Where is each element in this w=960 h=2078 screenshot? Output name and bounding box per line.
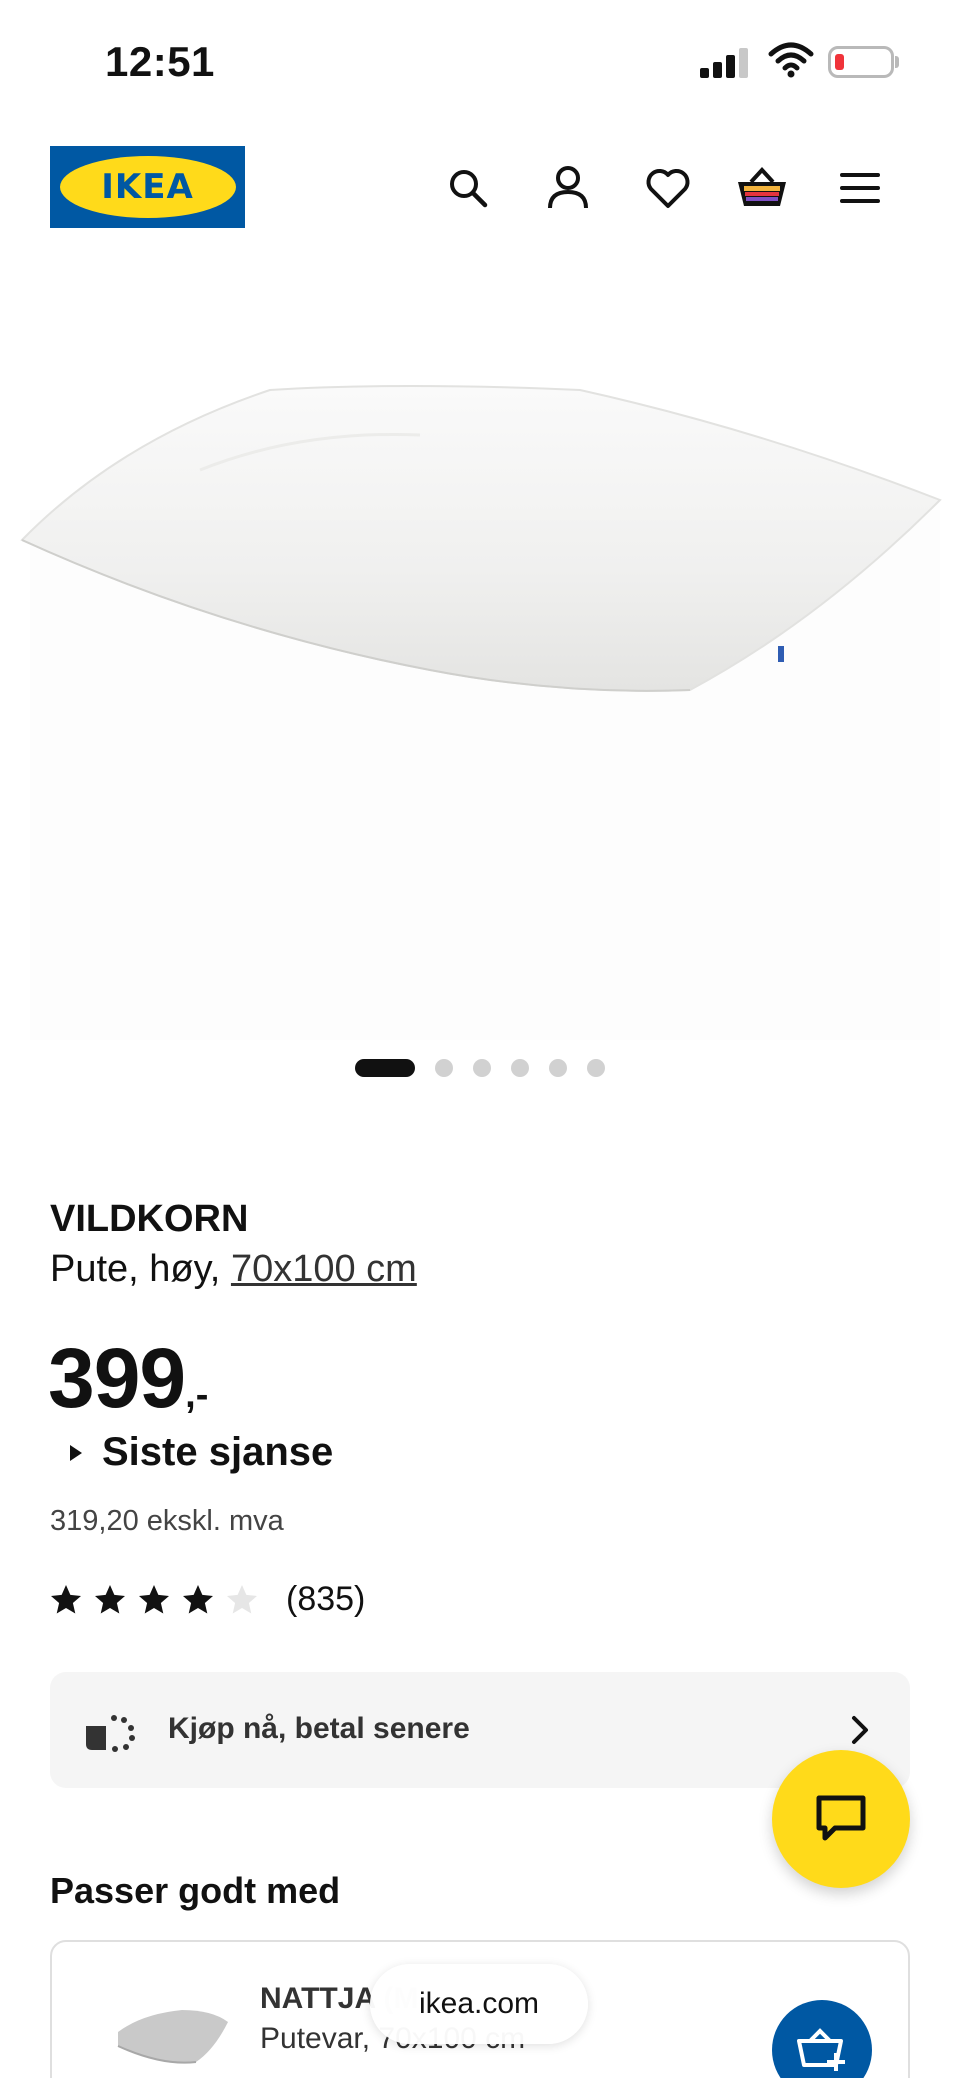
carousel-dot[interactable] [435, 1059, 453, 1077]
menu-icon[interactable] [832, 160, 888, 216]
chevron-right-icon [852, 1716, 868, 1744]
product-size-link[interactable]: 70x100 cm [231, 1248, 417, 1290]
star-filled-icon [183, 1584, 213, 1613]
section-title-goes-well-with: Passer godt med [50, 1870, 341, 1911]
caret-right-icon [70, 1444, 82, 1461]
star-filled-icon [139, 1584, 169, 1613]
chat-button[interactable] [772, 1750, 910, 1888]
battery-icon [828, 46, 894, 78]
price-value: 399 [48, 1331, 186, 1425]
status-time: 12:51 [105, 38, 215, 85]
carousel-dot[interactable] [473, 1059, 491, 1077]
pay-later-row[interactable]: Kjøp nå, betal senere [50, 1672, 910, 1788]
heart-icon[interactable] [640, 160, 696, 216]
star-empty-icon [227, 1584, 257, 1613]
star-filled-icon [51, 1584, 81, 1613]
product-description: Pute, høy, 70x100 cm [50, 1248, 417, 1291]
basket-icon[interactable] [734, 160, 790, 216]
pillowcase-image [117, 2010, 228, 2064]
browser-url-bar[interactable]: ikea.com [370, 1964, 588, 2044]
search-icon[interactable] [440, 160, 496, 216]
star-filled-icon [95, 1584, 125, 1613]
account-icon[interactable] [540, 160, 596, 216]
installment-icon [86, 1715, 135, 1752]
wifi-icon [768, 42, 814, 78]
product-rating[interactable]: (835) [48, 1580, 365, 1619]
url-text: ikea.com [418, 1987, 540, 2020]
price-suffix: ,- [185, 1374, 209, 1416]
last-chance-label: Siste sjanse [102, 1430, 334, 1474]
logo-text: IKEA [101, 167, 194, 207]
price-ex-vat: 319,20 ekskl. mva [50, 1505, 284, 1537]
pay-later-label: Kjøp nå, betal senere [168, 1712, 470, 1745]
carousel-dot[interactable] [587, 1059, 605, 1077]
product-name: VILDKORN [50, 1198, 249, 1240]
add-to-cart-button[interactable] [772, 2000, 872, 2078]
chat-bubble-icon [816, 1795, 866, 1841]
product-image[interactable] [0, 250, 960, 1140]
carousel-dot[interactable] [549, 1059, 567, 1077]
status-bar: 12:51 [0, 0, 960, 120]
last-chance-toggle[interactable]: Siste sjanse [70, 1430, 333, 1475]
signal-icon [700, 46, 752, 78]
carousel-indicator[interactable] [0, 1056, 960, 1080]
carousel-dot[interactable] [355, 1059, 415, 1077]
review-count: (835) [286, 1580, 366, 1618]
site-header: IKEA [0, 140, 960, 236]
product-type: Pute, høy, [50, 1248, 231, 1290]
product-price: 399,- [48, 1330, 208, 1427]
ikea-logo[interactable]: IKEA [50, 146, 245, 228]
carousel-dot[interactable] [511, 1059, 529, 1077]
add-to-basket-icon [797, 2028, 845, 2071]
